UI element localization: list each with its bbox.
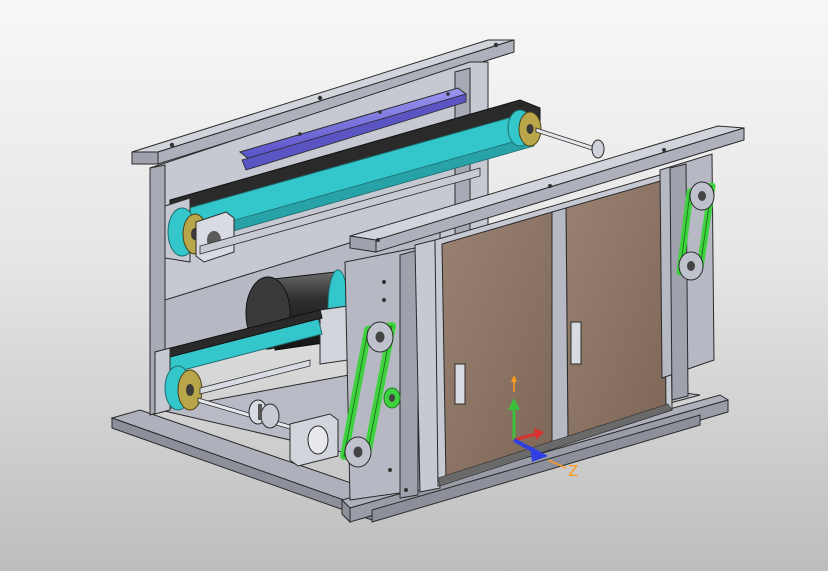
left-brown-door <box>441 211 553 483</box>
left-lower-sprocket[interactable] <box>344 436 372 468</box>
left-tension-sprocket[interactable] <box>383 387 401 409</box>
left-upper-sprocket[interactable] <box>366 321 394 353</box>
cad-viewport[interactable]: Z <box>0 0 828 571</box>
lower-bearing-block[interactable] <box>289 413 339 467</box>
right-lower-sprocket[interactable] <box>678 251 704 281</box>
lower-left-pulley[interactable] <box>164 365 203 411</box>
z-axis-label: Z <box>568 462 578 480</box>
left-door-latch <box>454 363 466 405</box>
upper-drive-shaft[interactable] <box>535 127 605 159</box>
center-divider <box>551 207 569 449</box>
right-door-latch <box>570 321 582 365</box>
cad-assembly-model[interactable]: Z <box>0 0 828 571</box>
right-brown-door <box>565 179 667 443</box>
motor-mount-bracket <box>319 305 349 365</box>
right-upper-sprocket[interactable] <box>689 181 715 211</box>
